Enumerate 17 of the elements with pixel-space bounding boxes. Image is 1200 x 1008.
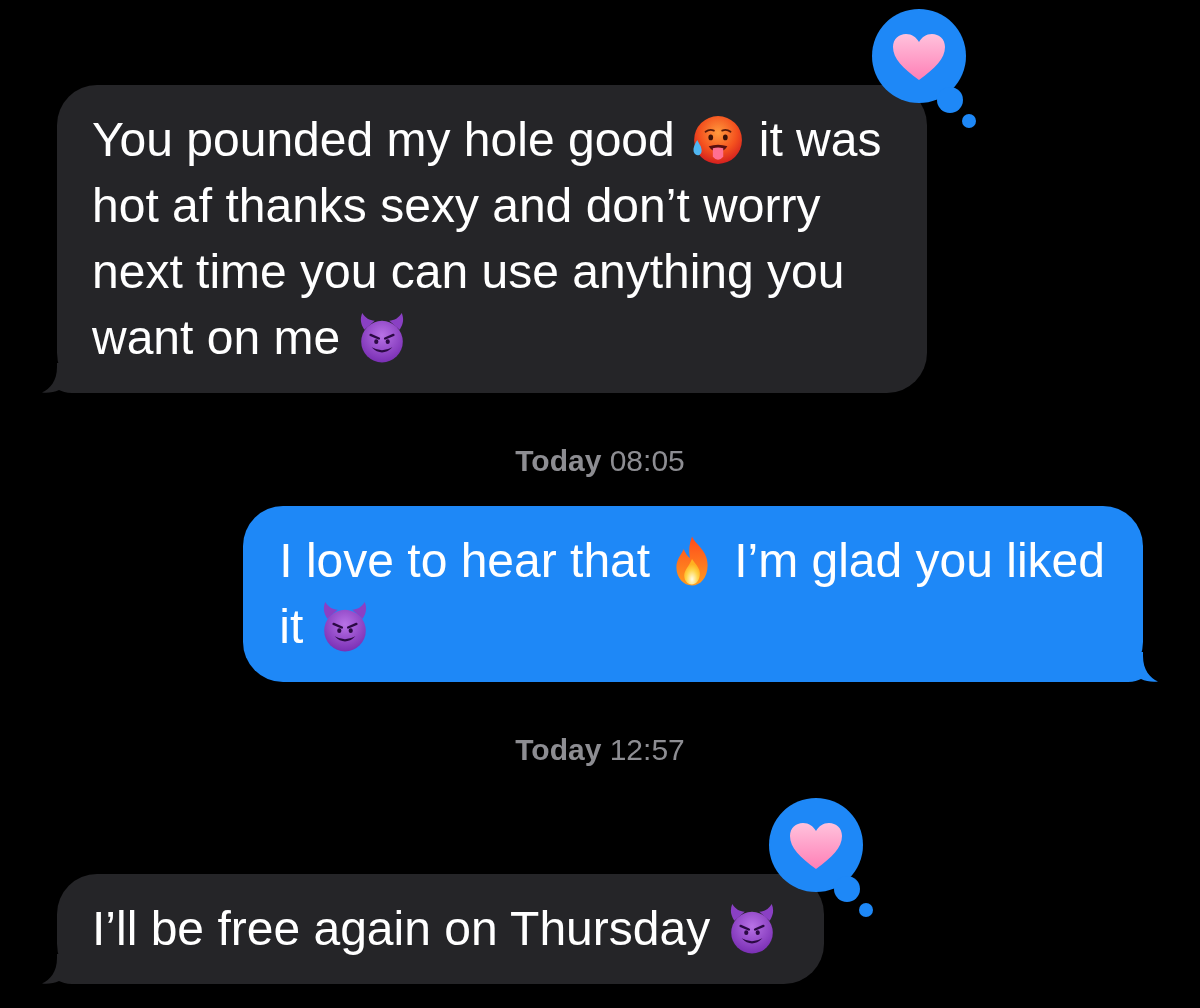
bubble-tail (1102, 652, 1158, 682)
hot-face-icon (690, 114, 743, 166)
message-text: it (279, 600, 304, 654)
message-text: it was (758, 113, 882, 167)
bubble-tail (42, 363, 98, 393)
message-text: I love to hear that (279, 534, 651, 588)
message-text: I’ll be free again on Thursday (92, 902, 711, 956)
bubble-tail (42, 954, 98, 984)
heart-reaction-icon (871, 8, 978, 129)
heart-reaction-icon (768, 797, 875, 918)
message-text: You pounded my hole good (92, 113, 675, 167)
message-text: next time you can use anything you (92, 245, 845, 299)
message-text: I’m glad you liked (734, 534, 1105, 588)
timestamp: Today 12:57 (515, 734, 685, 766)
timestamp: Today 08:05 (515, 445, 685, 477)
message-text: want on me (92, 311, 341, 365)
message-text: hot af thanks sexy and don’t worry (92, 179, 821, 233)
